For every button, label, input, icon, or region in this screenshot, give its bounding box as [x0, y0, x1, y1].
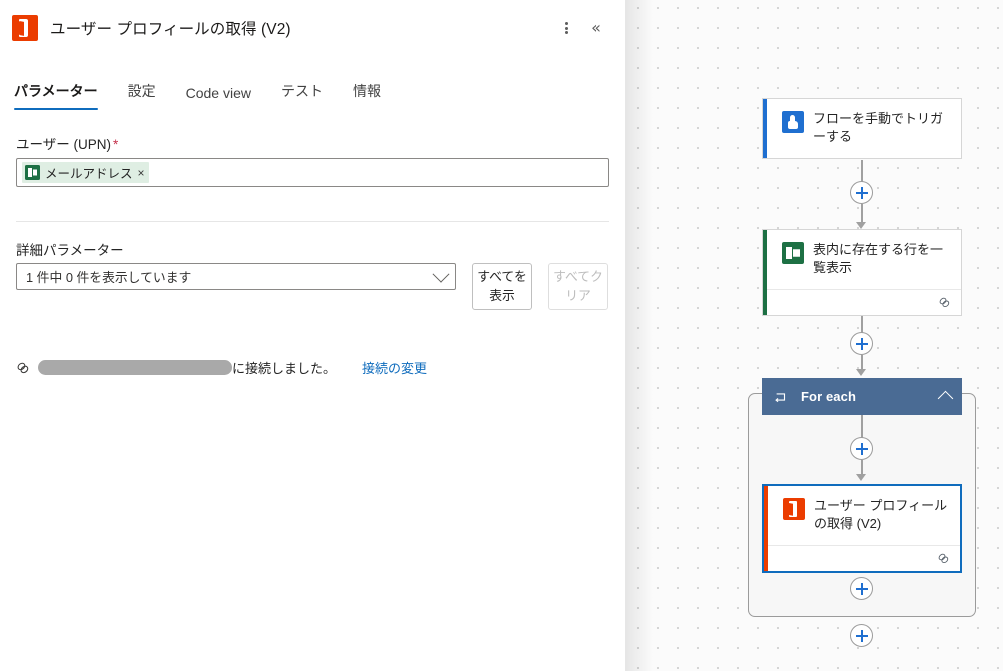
double-chevron-left-icon: «: [591, 18, 601, 37]
flow-node-list-rows[interactable]: 表内に存在する行を一覧表示: [762, 229, 962, 316]
section-divider: [16, 221, 609, 222]
chevron-up-icon[interactable]: [937, 390, 954, 407]
connection-status-row: に接続しました。 接続の変更: [16, 358, 609, 377]
panel-header: ユーザー プロフィールの取得 (V2) «: [0, 0, 625, 56]
add-step-button-inside-foreach-top[interactable]: [850, 437, 873, 460]
user-upn-input[interactable]: メールアドレス ×: [16, 158, 609, 187]
action-details-panel: ユーザー プロフィールの取得 (V2) « パラメーター 設定 Code vie…: [0, 0, 625, 671]
tab-test[interactable]: テスト: [271, 81, 333, 110]
connector-arrow: [856, 369, 866, 376]
node-main: フローを手動でトリガーする: [763, 99, 961, 158]
panel-body: ユーザー (UPN) * メールアドレス × 詳細パラメーター 1 件中 0 件を…: [0, 133, 625, 377]
add-step-button-inside-foreach-bottom[interactable]: [850, 577, 873, 600]
remove-token-button[interactable]: ×: [138, 167, 145, 179]
more-options-button[interactable]: [551, 13, 581, 43]
foreach-title: For each: [801, 389, 856, 404]
node-title: フローを手動でトリガーする: [813, 111, 944, 145]
node-main: ユーザー プロフィールの取得 (V2): [764, 486, 960, 545]
connector-line: [861, 460, 863, 475]
office365-icon: [783, 498, 805, 520]
user-upn-label-text: ユーザー (UPN): [16, 137, 111, 152]
excel-icon: [25, 165, 40, 180]
clear-all-button: すべてクリア: [548, 263, 608, 311]
connector-line: [861, 355, 863, 369]
node-accent-bar: [764, 486, 768, 571]
connection-name-redacted: [38, 360, 232, 376]
chevron-down-icon: [432, 265, 450, 283]
connector-line: [861, 415, 863, 438]
link-icon[interactable]: [937, 552, 950, 565]
tab-code-view[interactable]: Code view: [176, 85, 261, 110]
connector-arrow: [856, 474, 866, 481]
tab-about[interactable]: 情報: [343, 81, 391, 110]
manual-trigger-icon: [782, 111, 804, 133]
page-title: ユーザー プロフィールの取得 (V2): [50, 21, 291, 38]
flow-canvas[interactable]: フローを手動でトリガーする 表内に存在する行を一覧表示 For each ユーザ…: [625, 0, 1003, 671]
node-title: ユーザー プロフィールの取得 (V2): [814, 498, 948, 532]
collapse-panel-button[interactable]: «: [581, 13, 611, 43]
flow-node-get-user-profile[interactable]: ユーザー プロフィールの取得 (V2): [762, 484, 962, 573]
add-step-button-after-trigger[interactable]: [850, 181, 873, 204]
panel-tabs: パラメーター 設定 Code view テスト 情報: [0, 70, 625, 110]
flow-node-manual-trigger[interactable]: フローを手動でトリガーする: [762, 98, 962, 159]
advanced-parameters-row: 1 件中 0 件を表示しています すべてを表示 すべてクリア: [16, 263, 609, 311]
advanced-parameters-label: 詳細パラメーター: [16, 243, 124, 258]
advanced-parameters-select[interactable]: 1 件中 0 件を表示しています: [16, 263, 456, 290]
connector-arrow: [856, 222, 866, 229]
node-title: 表内に存在する行を一覧表示: [813, 242, 944, 276]
kebab-menu-icon: [564, 21, 568, 36]
node-footer: [764, 544, 960, 571]
tab-settings[interactable]: 設定: [118, 81, 166, 110]
excel-icon: [782, 242, 804, 264]
dynamic-content-token[interactable]: メールアドレス ×: [22, 162, 149, 183]
node-footer: [763, 288, 961, 315]
node-accent-bar: [763, 230, 767, 315]
node-accent-bar: [763, 99, 767, 158]
link-icon: [16, 361, 30, 375]
add-step-button-after-foreach[interactable]: [850, 624, 873, 647]
flow-designer-root: ユーザー プロフィールの取得 (V2) « パラメーター 設定 Code vie…: [0, 0, 1003, 671]
show-all-button[interactable]: すべてを表示: [472, 263, 532, 311]
advanced-parameters-value: 1 件中 0 件を表示しています: [26, 270, 192, 285]
user-upn-label: ユーザー (UPN) *: [16, 133, 609, 153]
office365-icon: [12, 15, 38, 41]
node-main: 表内に存在する行を一覧表示: [763, 230, 961, 289]
flow-node-foreach-header[interactable]: For each: [762, 378, 962, 415]
loop-icon: [774, 390, 788, 404]
link-icon[interactable]: [938, 296, 951, 309]
tab-parameters[interactable]: パラメーター: [14, 81, 108, 110]
add-step-button-after-list-rows[interactable]: [850, 332, 873, 355]
change-connection-link[interactable]: 接続の変更: [362, 358, 427, 377]
connection-status-text: に接続しました。: [232, 361, 337, 377]
connector-line: [861, 204, 863, 224]
required-indicator: *: [112, 137, 119, 152]
token-label: メールアドレス: [45, 167, 133, 181]
